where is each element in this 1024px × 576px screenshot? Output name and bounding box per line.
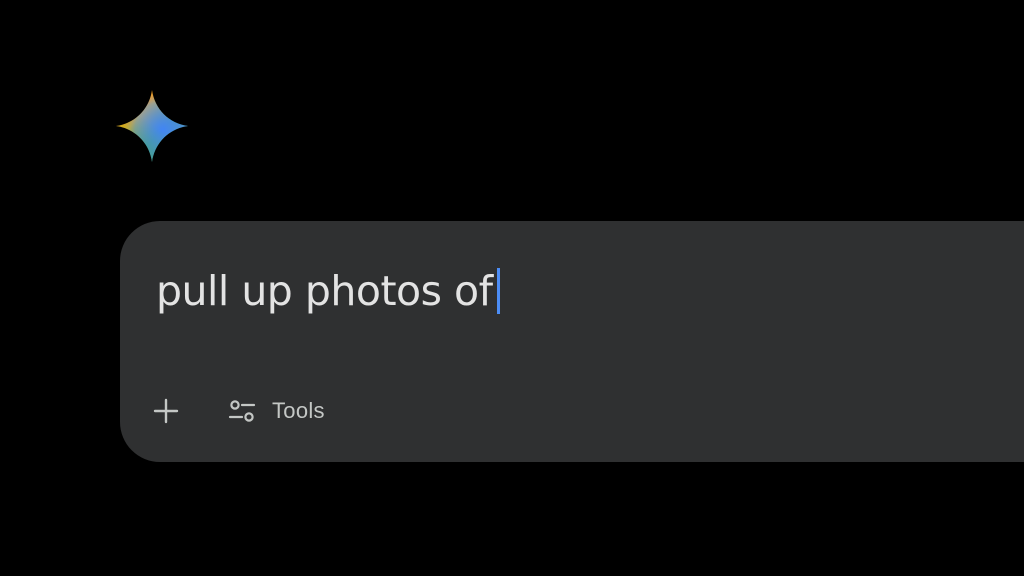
- prompt-input-box[interactable]: pull up photos of Tools: [120, 221, 1024, 462]
- plus-icon: [153, 398, 179, 424]
- tools-button[interactable]: Tools: [228, 393, 325, 429]
- tools-label: Tools: [272, 398, 325, 423]
- prompt-input-text[interactable]: pull up photos of: [156, 265, 493, 317]
- add-button[interactable]: [150, 395, 182, 427]
- prompt-toolbar: Tools: [150, 393, 325, 429]
- prompt-input[interactable]: pull up photos of: [156, 265, 500, 317]
- sliders-icon: [228, 400, 256, 422]
- text-caret: [496, 268, 500, 314]
- gemini-sparkle-icon: [116, 90, 188, 162]
